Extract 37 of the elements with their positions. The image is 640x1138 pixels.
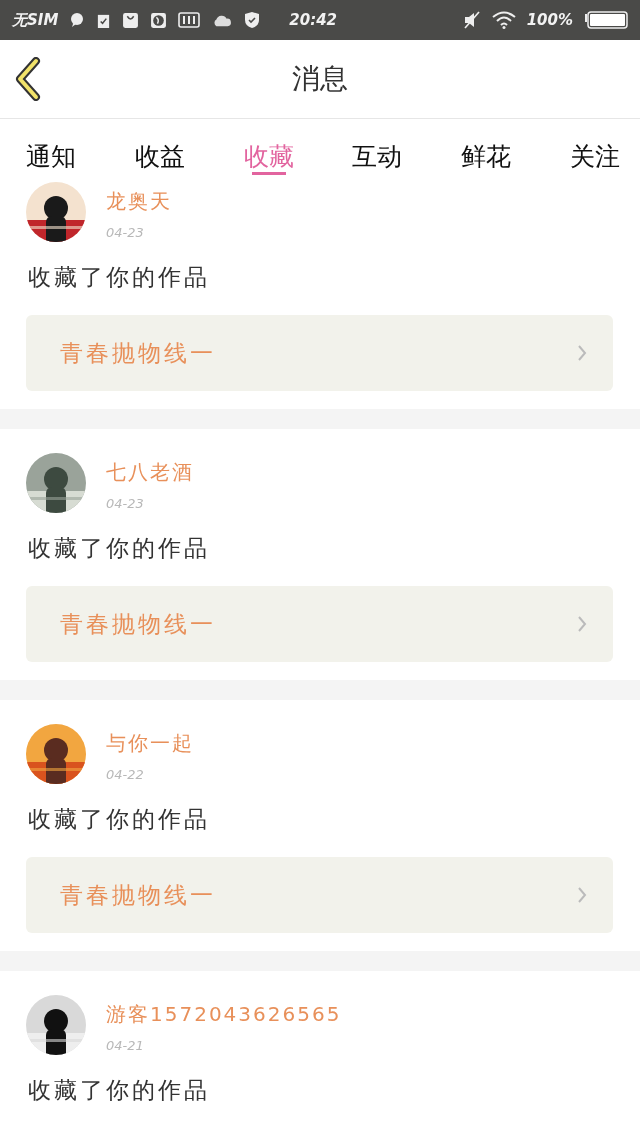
message-date: 04-23	[106, 225, 145, 240]
shield-check-icon	[244, 11, 261, 29]
battery-percent-text: 100%	[526, 11, 573, 29]
work-title: 青春抛物线一	[60, 880, 216, 910]
carrier-text: 无SIM	[12, 10, 59, 30]
chat-bubble-icon	[69, 12, 86, 28]
message-date: 04-22	[106, 767, 145, 782]
chevron-right-icon	[577, 886, 587, 904]
work-link[interactable]: 青春抛物线一	[26, 315, 613, 391]
work-title: 青春抛物线一	[60, 338, 216, 368]
message-text: 收藏了你的作品	[28, 534, 211, 563]
work-title: 青春抛物线一	[60, 609, 216, 639]
chevron-right-icon	[577, 344, 587, 362]
message-date: 04-23	[106, 496, 145, 511]
message-text: 收藏了你的作品	[28, 805, 211, 834]
tab[interactable]: 关注	[570, 119, 620, 182]
message-text: 收藏了你的作品	[28, 1076, 211, 1105]
wifi-icon	[491, 11, 516, 29]
page-title: 消息	[292, 61, 348, 97]
muted-speaker-icon	[462, 11, 481, 29]
message-text: 收藏了你的作品	[28, 263, 211, 292]
user-name[interactable]: 与你一起	[106, 730, 194, 757]
user-name[interactable]: 龙奥天	[106, 188, 172, 215]
tab[interactable]: 互动	[352, 119, 403, 182]
video-app-icon	[178, 12, 201, 28]
work-link[interactable]: 青春抛物线一	[26, 857, 613, 933]
message-date: 04-21	[106, 1038, 145, 1053]
work-link[interactable]: 青春抛物线一	[26, 586, 613, 662]
user-name[interactable]: 七八老酒	[106, 459, 194, 486]
tab[interactable]: 鲜花	[461, 119, 512, 182]
chevron-right-icon	[577, 615, 587, 633]
tab[interactable]: 通知	[26, 119, 76, 182]
tab[interactable]: 收益	[134, 119, 185, 182]
user-name[interactable]: 游客1572043626565	[106, 1001, 342, 1028]
battery-icon	[584, 11, 628, 29]
shopping-bag-icon	[122, 11, 140, 29]
clock-text: 20:42	[289, 11, 338, 29]
